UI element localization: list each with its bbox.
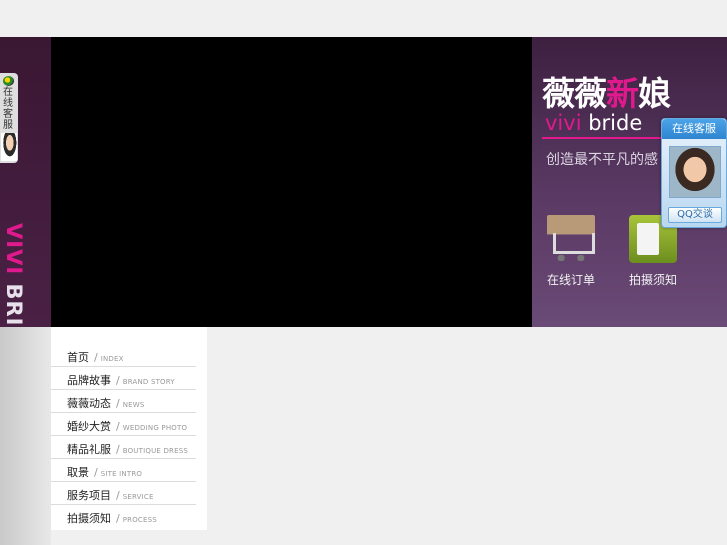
nav-item-en: BRAND STORY: [122, 378, 175, 386]
nav-item-cn: 精品礼服: [67, 443, 111, 456]
nav-item-en: BOUTIQUE DRESS: [122, 447, 189, 455]
online-service-side-tab[interactable]: 在线客服: [0, 73, 18, 163]
nav-item-cn: 服务项目: [67, 489, 111, 502]
nav-item-wedding-photo[interactable]: 婚纱大赏 / WEDDING PHOTO: [51, 413, 196, 436]
brand-slogan: 创造最不平凡的感: [546, 152, 658, 168]
nav-item-cn: 品牌故事: [67, 374, 111, 387]
nav-item-news[interactable]: 薇薇动态 / NEWS: [51, 390, 196, 413]
video-player[interactable]: [51, 37, 532, 327]
nav-item-boutique-dress[interactable]: 精品礼服 / BOUTIQUE DRESS: [51, 436, 196, 459]
online-service-title: 在线客服: [662, 119, 726, 139]
nav-item-index[interactable]: 首页 / INDEX: [51, 344, 196, 367]
nav-item-cn: 首页: [67, 351, 89, 364]
nav-item-en: WEDDING PHOTO: [122, 424, 188, 432]
online-order-label: 在线订单: [546, 273, 595, 287]
nav-item-en: SITE INTRO: [100, 470, 143, 478]
nav-item-en: INDEX: [100, 355, 124, 363]
nav-item-en: PROCESS: [122, 516, 157, 524]
online-order-button[interactable]: 在线订单: [536, 215, 606, 295]
brand-logo-en: vivi bride: [545, 111, 643, 135]
nav-item-en: SERVICE: [122, 493, 154, 501]
nav-item-cn: 薇薇动态: [67, 397, 111, 410]
top-bar: [0, 0, 727, 37]
nav-item-brand-story[interactable]: 品牌故事 / BRAND STORY: [51, 367, 196, 390]
online-service-side-label: 在线客服: [3, 87, 13, 131]
nav-item-cn: 婚纱大赏: [67, 420, 111, 433]
nav-item-site-intro[interactable]: 取景 / SITE INTRO: [51, 459, 196, 482]
nav-item-process[interactable]: 拍摄须知 / PROCESS: [51, 505, 196, 527]
left-lower-panel: [0, 327, 51, 545]
nav-item-service[interactable]: 服务项目 / SERVICE: [51, 482, 196, 505]
nav-item-en: NEWS: [122, 401, 145, 409]
nav-item-cn: 取景: [67, 466, 89, 479]
online-service-panel: 在线客服 QQ交谈: [661, 118, 727, 228]
qq-icon: [3, 76, 14, 86]
qq-chat-button[interactable]: QQ交谈: [668, 207, 722, 223]
shopping-cart-icon: [547, 215, 595, 263]
nav-item-cn: 拍摄须知: [67, 512, 111, 525]
agent-avatar-icon: [1, 133, 17, 161]
brand-logo-cn: 薇薇新娘: [542, 74, 671, 113]
shooting-notice-label: 拍摄须知: [628, 273, 677, 287]
agent-photo: [669, 146, 721, 198]
brand-divider: [542, 137, 667, 139]
main-nav: 首页 / INDEX 品牌故事 / BRAND STORY 薇薇动态 / NEWS 婚纱大赏…: [51, 327, 207, 530]
